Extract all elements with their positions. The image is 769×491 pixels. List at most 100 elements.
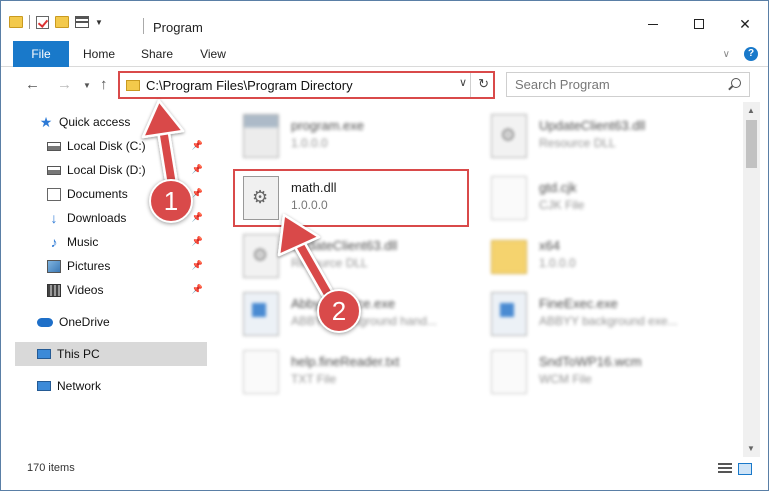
file-name: x64	[539, 238, 560, 253]
sidebar-item-label: OneDrive	[59, 315, 110, 329]
minimize-icon	[648, 23, 658, 25]
pin-icon[interactable]: 📌	[192, 140, 203, 151]
sidebar-item-onedrive[interactable]: OneDrive	[37, 310, 207, 334]
navigation-pane: ★ Quick access Local Disk (C:) 📌 Local D…	[1, 102, 215, 452]
tab-file[interactable]: File	[13, 41, 69, 67]
file-item[interactable]: SndToWP16.wcm WCM File	[483, 344, 733, 400]
file-detail: 1.0.0.0	[539, 256, 576, 270]
file-item[interactable]: UpdateClient63.dll Resource DLL	[483, 108, 733, 164]
file-item[interactable]: x64 1.0.0.0	[483, 228, 733, 284]
properties-icon[interactable]	[75, 16, 89, 28]
file-detail: 1.0.0.0	[291, 136, 328, 150]
app-window-icon	[243, 292, 279, 336]
file-detail: Resource DLL	[291, 256, 368, 270]
sidebar-item-label: This PC	[57, 347, 100, 361]
computer-icon	[37, 349, 51, 359]
file-item[interactable]: FineExec.exe ABBYY background exe...	[483, 286, 733, 342]
tab-view[interactable]: View	[191, 41, 235, 67]
scroll-up-icon[interactable]: ▲	[747, 106, 755, 115]
forward-arrow-icon[interactable]: →	[57, 76, 72, 93]
network-icon	[37, 381, 51, 391]
help-icon[interactable]: ?	[744, 47, 758, 61]
film-strip-icon	[47, 283, 61, 297]
download-arrow-icon: ↓	[50, 209, 58, 226]
file-name: help.fineReader.txt	[291, 354, 400, 369]
pin-icon[interactable]: 📌	[192, 260, 203, 271]
view-switcher	[718, 463, 752, 475]
details-view-icon[interactable]	[718, 463, 732, 475]
expand-ribbon-chevron-icon[interactable]: ∨	[723, 49, 730, 60]
sidebar-item-pictures[interactable]: Pictures 📌	[47, 254, 207, 278]
generic-file-icon	[491, 350, 527, 394]
sidebar-item-music[interactable]: ♪ Music 📌	[47, 230, 207, 254]
sidebar-item-label: Quick access	[59, 115, 131, 129]
pictures-icon	[47, 259, 61, 273]
window-controls: ✕	[630, 9, 768, 39]
step-badge-1: 1	[149, 179, 193, 223]
properties-check-icon[interactable]	[36, 15, 49, 29]
file-name: gtd.cjk	[539, 180, 577, 195]
quick-access-toolbar: ▼	[9, 15, 103, 29]
sidebar-item-local-disk-d[interactable]: Local Disk (D:) 📌	[47, 158, 207, 182]
pin-icon[interactable]: 📌	[192, 212, 203, 223]
file-detail: ABBYY background hand...	[291, 314, 437, 328]
customize-toolbar-chevron-icon[interactable]: ▼	[95, 18, 103, 27]
sidebar-item-label: Pictures	[67, 259, 111, 273]
vertical-scrollbar[interactable]: ▲ ▼	[743, 102, 760, 457]
sidebar-item-label: Videos	[67, 283, 104, 297]
generic-file-icon	[491, 176, 527, 220]
ribbon-right-controls: ∨ ?	[723, 47, 758, 61]
sidebar-item-this-pc[interactable]: This PC	[15, 342, 207, 366]
sidebar-item-label: Network	[57, 379, 102, 393]
music-note-icon: ♪	[50, 233, 58, 250]
scroll-down-icon[interactable]: ▼	[747, 444, 755, 453]
pin-icon[interactable]: 📌	[192, 164, 203, 175]
address-history-chevron-icon[interactable]: ∨	[459, 76, 467, 89]
pin-icon[interactable]: 📌	[192, 284, 203, 295]
cloud-icon	[37, 317, 53, 327]
sidebar-item-network[interactable]: Network	[37, 374, 207, 398]
minimize-button[interactable]	[630, 9, 676, 39]
exe-file-icon	[243, 114, 279, 158]
file-name: program.exe	[291, 118, 364, 133]
sidebar-item-label: Local Disk (D:)	[67, 163, 146, 177]
search-input[interactable]: Search Program	[515, 77, 610, 92]
pin-icon[interactable]: 📌	[192, 236, 203, 247]
scrollbar-thumb[interactable]	[746, 120, 757, 168]
close-button[interactable]: ✕	[722, 9, 768, 39]
refresh-icon[interactable]: ↻	[478, 76, 489, 92]
file-name: UpdateClient63.dll	[291, 238, 398, 253]
sidebar-item-label: Local Disk (C:)	[67, 139, 146, 153]
file-item[interactable]: help.fineReader.txt TXT File	[235, 344, 485, 400]
address-divider	[470, 73, 471, 97]
file-item[interactable]: gtd.cjk CJK File	[483, 170, 733, 226]
pin-icon[interactable]: 📌	[192, 188, 203, 199]
tab-home[interactable]: Home	[75, 41, 123, 67]
file-item[interactable]: UpdateClient63.dll Resource DLL	[235, 228, 485, 284]
sidebar-item-label: Documents	[67, 187, 128, 201]
address-path[interactable]: C:\Program Files\Program Directory	[146, 78, 353, 93]
search-box[interactable]: Search Program	[506, 72, 750, 97]
documents-icon	[47, 187, 61, 201]
up-arrow-icon[interactable]: ↑	[100, 76, 108, 93]
maximize-button[interactable]	[676, 9, 722, 39]
sidebar-item-label: Music	[67, 235, 99, 249]
tab-share[interactable]: Share	[133, 41, 181, 67]
search-icon[interactable]	[731, 78, 741, 88]
new-folder-icon[interactable]	[55, 16, 69, 28]
sidebar-item-local-disk-c[interactable]: Local Disk (C:) 📌	[47, 134, 207, 158]
item-count: 170 items	[27, 462, 75, 474]
file-detail: Resource DLL	[539, 136, 616, 150]
file-list: program.exe 1.0.0.0 UpdateClient63.dll R…	[215, 102, 743, 452]
large-icons-view-icon[interactable]	[738, 463, 752, 475]
back-arrow-icon[interactable]: ←	[25, 76, 40, 93]
recent-locations-chevron-icon[interactable]: ▼	[83, 81, 91, 90]
file-item[interactable]: program.exe 1.0.0.0	[235, 108, 485, 164]
text-file-icon	[243, 350, 279, 394]
dll-file-icon	[491, 114, 527, 158]
drive-icon	[47, 165, 61, 175]
address-bar[interactable]: C:\Program Files\Program Directory ∨ ↻	[118, 71, 495, 99]
file-detail: CJK File	[539, 198, 585, 212]
file-name: UpdateClient63.dll	[539, 118, 646, 133]
sidebar-item-videos[interactable]: Videos 📌	[47, 278, 207, 302]
